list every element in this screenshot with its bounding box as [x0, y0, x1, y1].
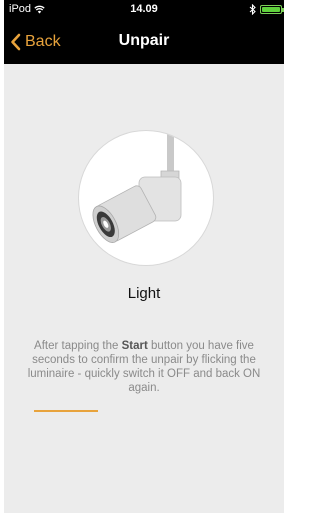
bluetooth-icon — [249, 4, 256, 15]
page-title: Unpair — [118, 32, 170, 49]
instructions-text-start: After tapping the — [34, 340, 122, 352]
unpair-progress-bar — [34, 410, 254, 412]
battery-icon — [260, 5, 284, 14]
unpair-screen: iPod 14.09 Back Unpair Light After tappi… — [4, 0, 284, 513]
progress-fill — [34, 410, 98, 412]
spotlight-luminaire-icon — [92, 131, 182, 243]
unpair-instructions: After tapping the Start button you have … — [26, 339, 262, 395]
navigation-bar: Back Unpair — [4, 20, 284, 64]
device-name-label: Light — [127, 285, 161, 302]
instructions-start-emphasis: Start — [121, 340, 148, 352]
status-bar: iPod 14.09 — [4, 0, 284, 20]
device-image — [79, 131, 213, 265]
status-time: 14.09 — [130, 3, 158, 15]
status-right — [249, 4, 284, 15]
